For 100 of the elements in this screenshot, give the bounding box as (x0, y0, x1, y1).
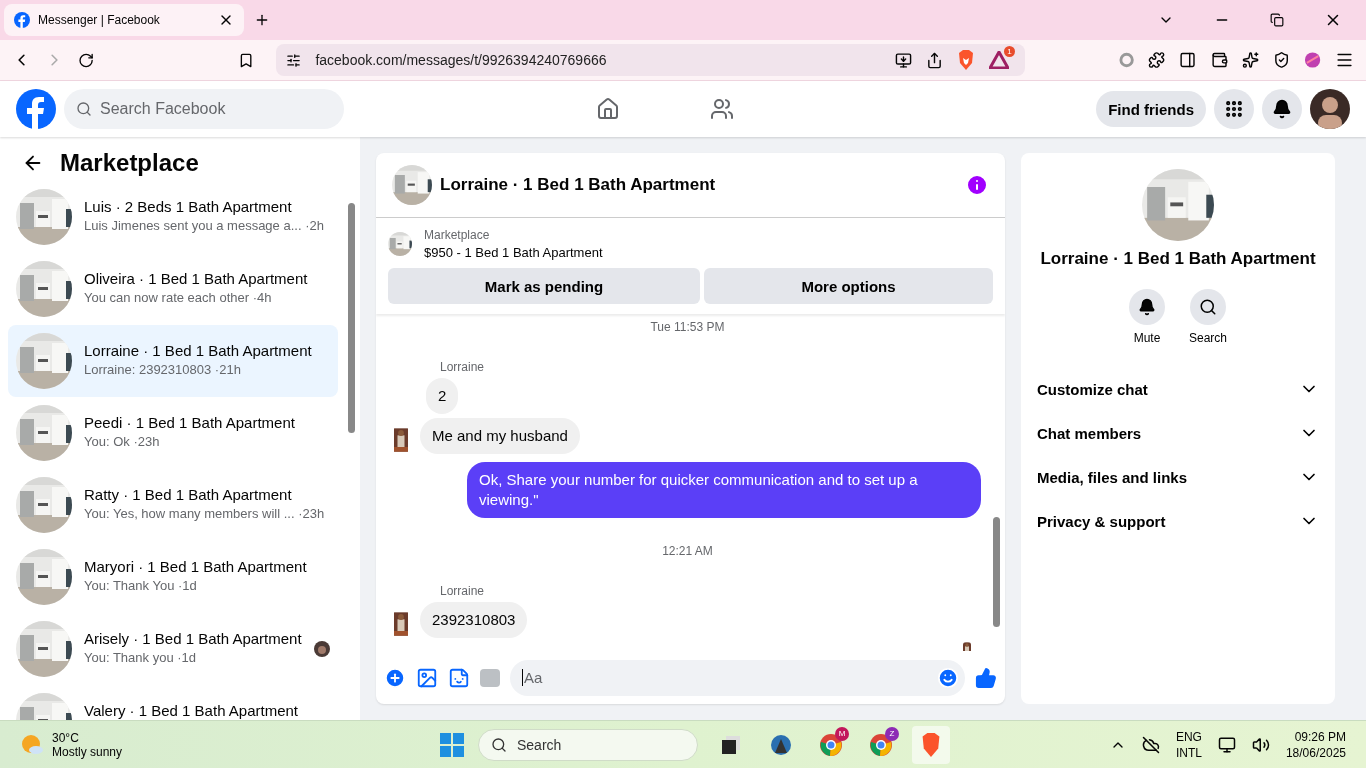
search-icon (491, 736, 507, 753)
reload-icon[interactable] (78, 51, 95, 69)
clock[interactable]: 09:26 PM 18/06/2025 (1285, 728, 1346, 761)
grid-icon (1224, 99, 1244, 119)
conversation-preview: You: Thank you ·1d (84, 650, 198, 665)
restore-icon[interactable] (1270, 13, 1284, 27)
conversation-name: Arisely · 1 Bed 1 Bath Apartment (84, 630, 302, 647)
like-icon[interactable] (975, 666, 997, 689)
message-timestamp: Tue 11:53 PM (650, 320, 725, 334)
scrollbar-thumb[interactable] (348, 203, 355, 433)
conversation-name: Luis · 2 Beds 1 Bath Apartment (84, 198, 293, 215)
page-title: Marketplace (60, 149, 199, 177)
message-bubble: 2 (426, 378, 459, 414)
app-badge: M (835, 726, 849, 741)
extensions-icon[interactable] (1148, 51, 1166, 69)
conversation-name: Ratty · 1 Bed 1 Bath Apartment (84, 486, 293, 503)
facebook-logo[interactable] (16, 89, 56, 129)
sparkle-icon[interactable] (1241, 51, 1259, 69)
message-bubble: Me and my husband (420, 418, 580, 454)
conversation-name: Peedi · 1 Bed 1 Bath Apartment (84, 414, 296, 431)
temperature: 30°C (52, 730, 80, 745)
section-header[interactable]: Chat members (1021, 411, 1335, 455)
conversation-preview: You: Thank You ·1d (84, 578, 198, 593)
section-header[interactable]: Privacy & support (1021, 499, 1335, 543)
browser-tab[interactable]: Messenger | Facebook (4, 4, 244, 36)
emoji-icon[interactable] (937, 666, 959, 689)
action-button[interactable]: More options (704, 268, 993, 304)
language-indicator[interactable]: ENG INTL (1175, 728, 1202, 761)
conversation-name: Maryori · 1 Bed 1 Bath Apartment (84, 558, 308, 575)
windows-icon (720, 733, 742, 756)
menu-button[interactable] (1214, 89, 1254, 129)
search-icon (1199, 298, 1217, 316)
conversation-name: Oliveira · 1 Bed 1 Bath Apartment (84, 270, 309, 287)
conversation-item[interactable]: Oliveira · 1 Bed 1 Bath Apartment You can now rate each other ·4h (8, 253, 338, 325)
friends-icon[interactable] (710, 97, 734, 121)
volume-icon[interactable] (1251, 735, 1270, 754)
conversation-preview: Luis Jimenes sent you a message a... ·2h (84, 218, 325, 233)
conversation-item[interactable]: Peedi · 1 Bed 1 Bath Apartment You: Ok ·23h (8, 397, 338, 469)
search-icon (76, 101, 92, 117)
sidebar-icon[interactable] (1179, 51, 1197, 69)
sender-name: Lorraine (440, 360, 486, 374)
sticker-icon[interactable] (448, 666, 470, 689)
taskbar-search[interactable]: Search (478, 728, 698, 761)
site-settings-icon[interactable] (286, 52, 302, 68)
vpn-icon[interactable] (1272, 51, 1290, 69)
message-bubble: 2392310803 (420, 602, 528, 638)
url-text: facebook.com/messages/t/9926394240769666 (315, 52, 608, 68)
conversation-name: Valery · 1 Bed 1 Bath Apartment (84, 702, 299, 719)
new-tab-icon[interactable] (254, 12, 270, 28)
action-button[interactable]: Mark as pending (388, 268, 700, 304)
browser-icon (869, 732, 893, 757)
lion-shield-icon[interactable] (957, 50, 976, 70)
contact-name: Lorraine · 1 Bed 1 Bath Apartment (1040, 249, 1316, 269)
conversation-preview: You: Ok ·23h (84, 434, 161, 449)
chat-title: Lorraine · 1 Bed 1 Bath Apartment (440, 175, 717, 195)
tab-title: Messenger | Facebook (38, 13, 161, 27)
cloud-off-icon[interactable] (1141, 735, 1160, 754)
network-icon[interactable] (1217, 735, 1236, 754)
conversation-preview: Lorraine: 2392310803 ·21h (84, 362, 242, 377)
bell-icon (1272, 99, 1292, 119)
scrollbar-thumb[interactable] (993, 517, 1000, 627)
conversation-item[interactable]: Luis · 2 Beds 1 Bath Apartment Luis Jimenes sent you a message a... ·2h (8, 181, 338, 253)
home-icon[interactable] (596, 97, 620, 121)
windows-start-icon[interactable] (440, 732, 464, 757)
conversation-preview: You can now rate each other ·4h (84, 290, 273, 305)
conversation-item[interactable]: Maryori · 1 Bed 1 Bath Apartment You: Thank You ·1d (8, 541, 338, 613)
add-icon[interactable] (384, 666, 406, 689)
profile-icon[interactable] (1303, 51, 1321, 69)
find-friends-button[interactable]: Find friends (1096, 91, 1206, 127)
sender-name: Lorraine (440, 584, 486, 598)
conversation-item[interactable]: Ratty · 1 Bed 1 Bath Apartment You: Yes, how many members will ... ·23h (8, 469, 338, 541)
taskbar-app[interactable]: Z (862, 725, 900, 764)
facebook-icon (14, 12, 30, 28)
section-header[interactable]: Customize chat (1021, 367, 1335, 411)
section-header[interactable]: Media, files and links (1021, 455, 1335, 499)
info-icon[interactable] (965, 173, 989, 197)
message-timestamp: 12:21 AM (662, 544, 713, 558)
conversation-item[interactable]: Arisely · 1 Bed 1 Bath Apartment You: Thank you ·1d (8, 613, 338, 685)
taskbar-app[interactable]: M (812, 725, 850, 764)
weather-text: Mostly sunny (52, 744, 123, 759)
record-icon[interactable] (1119, 52, 1135, 68)
address-bar[interactable]: facebook.com/messages/t/9926394240769666 1 (276, 44, 1026, 76)
search-field[interactable]: Search Facebook (64, 89, 344, 129)
listing-title: $950 - 1 Bed 1 Bath Apartment (424, 245, 603, 260)
message-bubble: Ok, Share your number for quicker communication and to set up a viewing." (467, 462, 981, 518)
browser-icon (819, 732, 843, 757)
conversation-name: Lorraine · 1 Bed 1 Bath Apartment (84, 342, 313, 359)
conversation-item[interactable]: Lorraine · 1 Bed 1 Bath Apartment Lorraine: 2392310803 ·21h (8, 325, 338, 397)
weather-icon (20, 732, 44, 757)
bell-icon (1138, 298, 1156, 316)
install-icon[interactable] (895, 51, 913, 69)
profile-avatar[interactable] (1310, 89, 1350, 129)
message-field[interactable]: Aa (510, 659, 965, 696)
notification-badge: 1 (1004, 46, 1016, 57)
listing-source: Marketplace (424, 228, 491, 242)
conversation-preview: You: Yes, how many members will ... ·23h (84, 506, 326, 521)
gallery-icon[interactable] (416, 666, 438, 689)
share-icon[interactable] (926, 51, 944, 69)
wallet-icon[interactable] (1210, 51, 1228, 69)
notifications-button[interactable] (1262, 89, 1302, 129)
